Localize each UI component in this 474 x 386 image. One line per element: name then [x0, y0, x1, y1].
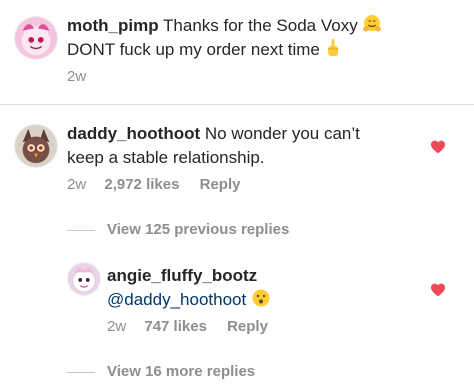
reply-username: angie_fluffy_bootz [107, 265, 257, 287]
username[interactable]: angie_fluffy_bootz [107, 266, 257, 285]
reply-meta: 2w 747 likes Reply [107, 318, 268, 335]
likes-count[interactable]: 747 likes [144, 318, 207, 335]
comment-body-line2: DONT fuck up my order next time [67, 40, 320, 59]
likes-count[interactable]: 2,972 likes [104, 176, 179, 193]
reply-timestamp: 2w [107, 318, 127, 335]
view-more-replies-button[interactable]: View 16 more replies [107, 363, 255, 380]
hugging-face-emoji-icon [362, 15, 382, 35]
comment-text: daddy_hoothoot No wonder you can’t [67, 123, 360, 145]
mention-link[interactable]: @daddy_hoothoot [107, 290, 246, 309]
comment-text-line2: DONT fuck up my order next time [67, 38, 341, 61]
avatar-daddy-hoothoot-image [15, 125, 57, 167]
thread-line [67, 230, 95, 231]
view-previous-replies-button[interactable]: View 125 previous replies [107, 221, 289, 238]
heart-liked-icon[interactable] [430, 283, 446, 297]
comment-text: moth_pimp Thanks for the Soda Voxy [67, 14, 382, 37]
hushed-face-emoji-icon [251, 289, 271, 309]
comment-body-line2: keep a stable relationship. [67, 148, 265, 167]
avatar[interactable] [14, 124, 58, 168]
username[interactable]: moth_pimp [67, 16, 159, 35]
thread-line [67, 372, 95, 373]
heart-liked-icon[interactable] [430, 140, 446, 154]
avatar-angie-fluffy-bootz-image [68, 263, 100, 295]
reply-body: @daddy_hoothoot [107, 288, 271, 311]
middle-finger-emoji-icon [325, 39, 341, 59]
reply-button[interactable]: Reply [200, 176, 241, 193]
comment-body-line1: Thanks for the Soda Voxy [163, 16, 358, 35]
avatar[interactable] [67, 262, 101, 296]
avatar[interactable] [14, 16, 58, 60]
avatar-moth-pimp-image [15, 17, 57, 59]
comment-timestamp: 2w [67, 176, 87, 193]
comment-body-line1: No wonder you can’t [204, 124, 360, 143]
comment-timestamp: 2w [67, 68, 87, 85]
username[interactable]: daddy_hoothoot [67, 124, 200, 143]
reply-button[interactable]: Reply [227, 318, 268, 335]
divider [0, 104, 474, 105]
comment-meta: 2w 2,972 likes Reply [67, 176, 240, 193]
